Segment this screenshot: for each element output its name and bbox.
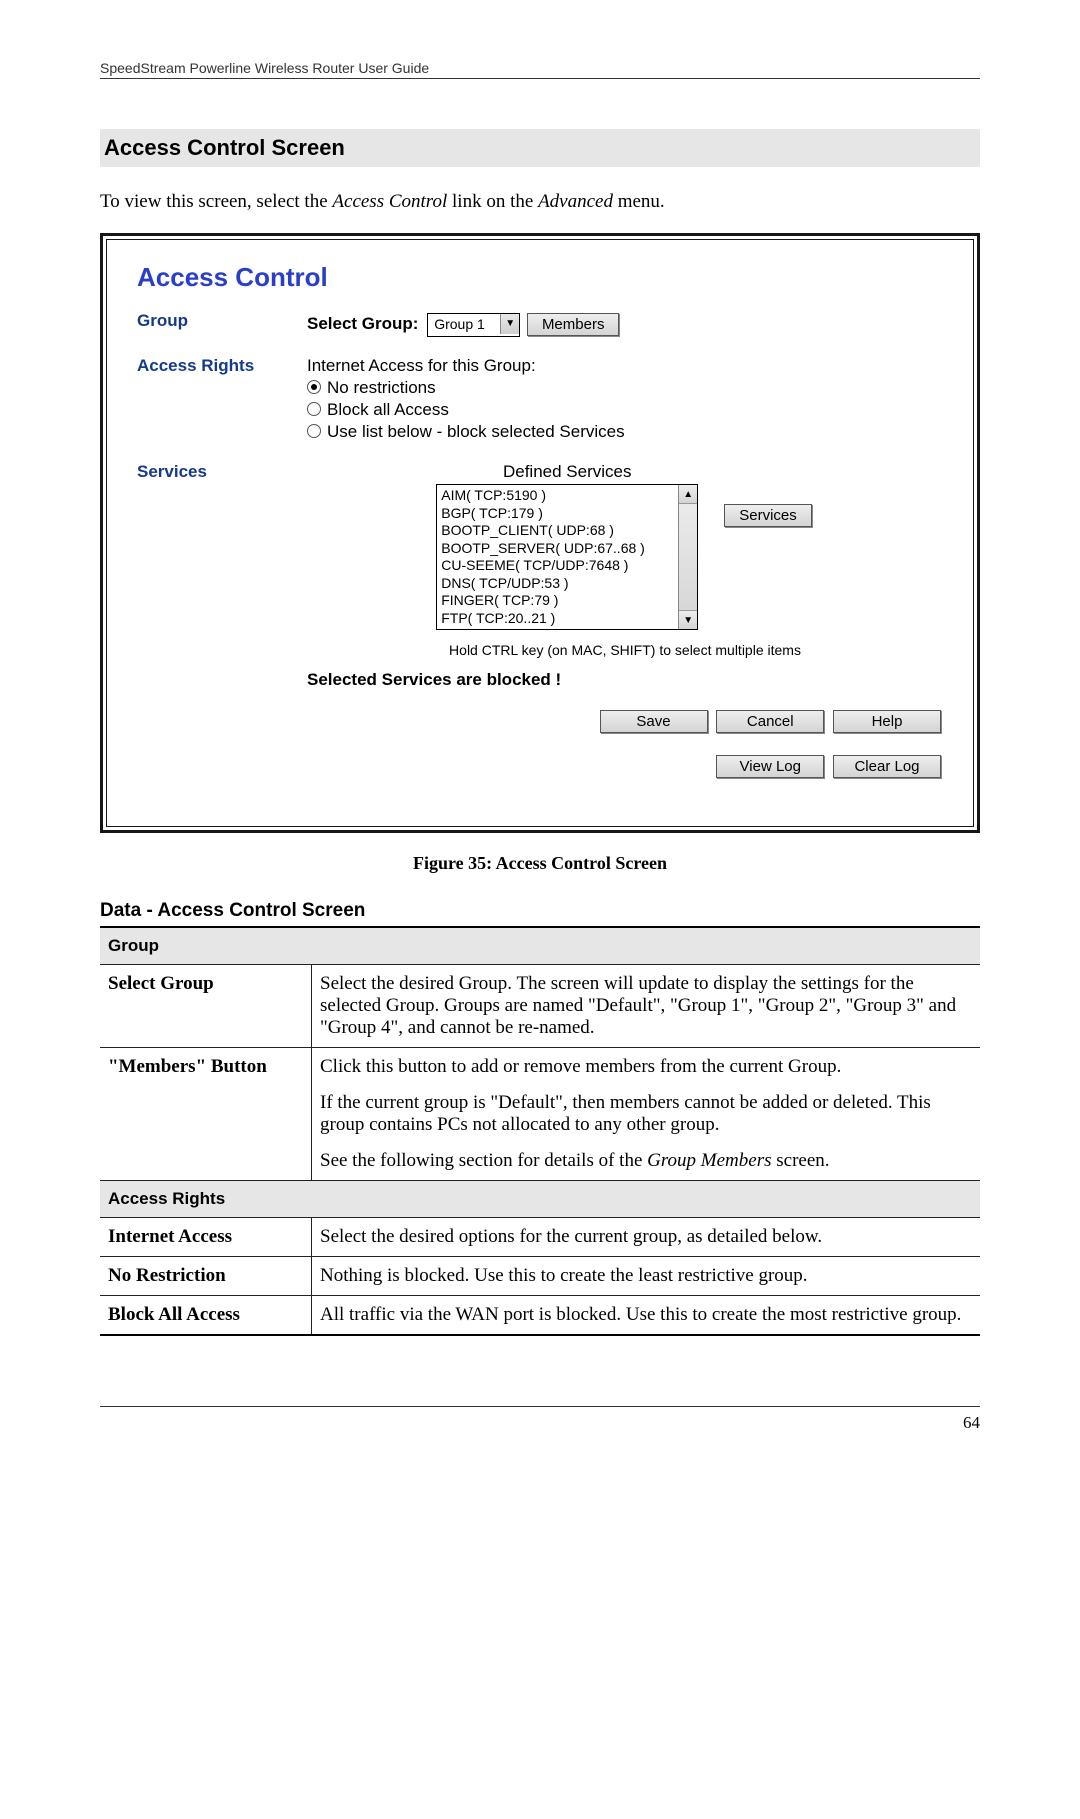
radio-icon <box>307 402 321 416</box>
table-row: Select Group Select the desired Group. T… <box>100 965 980 1048</box>
label-group: Group <box>137 311 307 338</box>
desc-p3-pre: See the following section for details of… <box>320 1150 647 1171</box>
radio-label: Use list below - block selected Services <box>327 422 625 441</box>
button-row-1: Save Cancel Help <box>307 708 943 735</box>
blocked-message: Selected Services are blocked ! <box>307 670 943 690</box>
intro-link2: Advanced <box>538 191 613 212</box>
list-item[interactable]: FTP( TCP:20..21 ) <box>441 610 674 628</box>
label-access-rights: Access Rights <box>137 356 307 444</box>
cell-desc: Select the desired Group. The screen wil… <box>312 965 981 1048</box>
view-log-button[interactable]: View Log <box>716 755 824 778</box>
help-button[interactable]: Help <box>833 710 941 733</box>
cell-label: No Restriction <box>100 1257 312 1296</box>
data-table: Group Select Group Select the desired Gr… <box>100 926 980 1336</box>
select-group-value: Group 1 <box>428 315 500 333</box>
list-item[interactable]: AIM( TCP:5190 ) <box>441 487 674 505</box>
figure-caption: Figure 35: Access Control Screen <box>100 853 980 874</box>
list-item[interactable]: CU-SEEME( TCP/UDP:7648 ) <box>441 557 674 575</box>
list-item[interactable]: DNS( TCP/UDP:53 ) <box>441 575 674 593</box>
intro-text: To view this screen, select the Access C… <box>100 191 980 213</box>
cell-label: "Members" Button <box>100 1048 312 1181</box>
services-listbox[interactable]: AIM( TCP:5190 ) BGP( TCP:179 ) BOOTP_CLI… <box>436 484 698 630</box>
radio-label: No restrictions <box>327 378 436 397</box>
list-item[interactable]: FINGER( TCP:79 ) <box>441 592 674 610</box>
scroll-down-icon[interactable]: ▼ <box>679 610 697 629</box>
cell-label: Select Group <box>100 965 312 1048</box>
screenshot-content: Access Control Group Select Group: Group… <box>106 239 974 827</box>
data-section-header: Data - Access Control Screen <box>100 900 980 922</box>
page-number: 64 <box>963 1413 980 1432</box>
access-header: Internet Access for this Group: <box>307 356 943 376</box>
table-row: Internet Access Select the desired optio… <box>100 1218 980 1257</box>
scrollbar[interactable]: ▲ ▼ <box>678 485 697 629</box>
cancel-button[interactable]: Cancel <box>716 710 824 733</box>
screenshot-frame: Access Control Group Select Group: Group… <box>100 233 980 833</box>
cell-label: Block All Access <box>100 1296 312 1336</box>
table-section-access: Access Rights <box>100 1181 980 1218</box>
section-title: Access Control Screen <box>100 129 980 167</box>
table-section-group: Group <box>100 927 980 965</box>
radio-icon <box>307 380 321 394</box>
radio-use-list[interactable]: Use list below - block selected Services <box>307 422 943 442</box>
scroll-up-icon[interactable]: ▲ <box>679 485 697 504</box>
radio-no-restrictions[interactable]: No restrictions <box>307 378 943 398</box>
multiselect-hint: Hold CTRL key (on MAC, SHIFT) to select … <box>307 642 943 658</box>
desc-p3-post: screen. <box>772 1150 830 1171</box>
desc-p1: Click this button to add or remove membe… <box>320 1056 972 1078</box>
list-item[interactable]: BOOTP_SERVER( UDP:67..68 ) <box>441 540 674 558</box>
table-row: Block All Access All traffic via the WAN… <box>100 1296 980 1336</box>
services-button[interactable]: Services <box>724 504 812 527</box>
cell-label: Internet Access <box>100 1218 312 1257</box>
radio-block-all[interactable]: Block all Access <box>307 400 943 420</box>
cell-desc: Nothing is blocked. Use this to create t… <box>312 1257 981 1296</box>
intro-pre: To view this screen, select the <box>100 191 332 212</box>
radio-icon <box>307 424 321 438</box>
services-list-title: Defined Services <box>436 462 698 482</box>
chevron-down-icon[interactable]: ▼ <box>500 314 519 334</box>
desc-p3: See the following section for details of… <box>320 1150 972 1172</box>
intro-post: menu. <box>613 191 665 212</box>
list-item[interactable]: BGP( TCP:179 ) <box>441 505 674 523</box>
desc-p2: If the current group is "Default", then … <box>320 1092 972 1136</box>
button-row-2: View Log Clear Log <box>307 753 943 780</box>
select-group-label: Select Group: <box>307 314 418 333</box>
services-items[interactable]: AIM( TCP:5190 ) BGP( TCP:179 ) BOOTP_CLI… <box>437 485 678 629</box>
intro-link1: Access Control <box>332 191 447 212</box>
panel-title: Access Control <box>137 262 943 293</box>
cell-desc: Select the desired options for the curre… <box>312 1218 981 1257</box>
doc-header: SpeedStream Powerline Wireless Router Us… <box>100 60 980 79</box>
label-services: Services <box>137 462 307 780</box>
radio-label: Block all Access <box>327 400 449 419</box>
select-group-dropdown[interactable]: Group 1▼ <box>427 313 520 337</box>
list-item[interactable]: BOOTP_CLIENT( UDP:68 ) <box>441 522 674 540</box>
desc-p3-em: Group Members <box>647 1150 771 1171</box>
table-row: No Restriction Nothing is blocked. Use t… <box>100 1257 980 1296</box>
clear-log-button[interactable]: Clear Log <box>833 755 941 778</box>
table-row: "Members" Button Click this button to ad… <box>100 1048 980 1181</box>
cell-desc: Click this button to add or remove membe… <box>312 1048 981 1181</box>
page-footer: 64 <box>100 1406 980 1433</box>
save-button[interactable]: Save <box>600 710 708 733</box>
members-button[interactable]: Members <box>527 313 620 336</box>
cell-desc: All traffic via the WAN port is blocked.… <box>312 1296 981 1336</box>
intro-mid: link on the <box>447 191 538 212</box>
